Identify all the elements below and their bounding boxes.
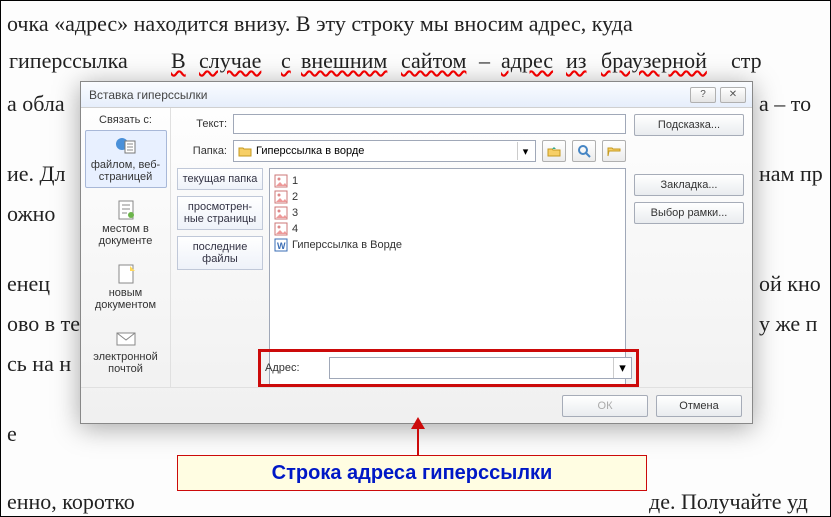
link-to-new-doc-label: новым документом	[86, 287, 166, 311]
bg-line: В	[171, 48, 186, 74]
bg-line: из	[566, 48, 586, 74]
link-to-email-label: электронной почтой	[86, 351, 166, 375]
link-to-file-web-label: файлом, веб-страницей	[86, 159, 166, 183]
bg-line: браузерной	[601, 48, 707, 74]
text-label: Текст:	[177, 118, 227, 130]
help-button[interactable]: ?	[690, 87, 716, 103]
display-text-input[interactable]	[233, 114, 626, 134]
cancel-button[interactable]: Отмена	[656, 395, 742, 417]
bg-line: адрес	[501, 48, 553, 74]
item-label: 3	[292, 207, 298, 219]
list-item[interactable]: W Гиперссылка в Ворде	[274, 237, 621, 253]
tab-current-folder[interactable]: текущая папка	[177, 168, 263, 190]
item-label: Гиперссылка в Ворде	[292, 239, 402, 251]
bookmark-doc-icon	[114, 199, 138, 221]
screentip-button[interactable]: Подсказка...	[634, 114, 744, 136]
bg-line: ой кно	[759, 271, 821, 297]
list-item[interactable]: 1	[274, 173, 621, 189]
address-combobox[interactable]: ▾	[329, 357, 632, 379]
bg-line: де. Получайте уд	[649, 489, 808, 515]
address-label: Адрес:	[265, 362, 321, 374]
link-with-label: Связать с:	[99, 114, 152, 126]
list-item[interactable]: 4	[274, 221, 621, 237]
bg-line: а обла	[7, 91, 65, 117]
link-to-new-doc[interactable]: новым документом	[85, 258, 167, 316]
list-item[interactable]: 3	[274, 205, 621, 221]
browse-file-button[interactable]	[602, 140, 626, 162]
insert-hyperlink-dialog: Вставка гиперссылки ? ✕ Связать с: файло…	[80, 81, 753, 424]
arrow-stem	[417, 419, 419, 459]
new-doc-icon	[114, 263, 138, 285]
file-list[interactable]: 1 2 3 4 W Гип	[269, 168, 626, 387]
bg-line: внешним	[301, 48, 387, 74]
item-label: 1	[292, 175, 298, 187]
titlebar: Вставка гиперссылки ? ✕	[81, 82, 752, 108]
bg-line: у же п	[759, 311, 817, 337]
image-file-icon	[274, 222, 288, 236]
folder-value: Гиперссылка в ворде	[256, 145, 364, 157]
image-file-icon	[274, 174, 288, 188]
bg-line: очка «адрес» находится внизу. В эту стро…	[7, 11, 633, 37]
email-icon	[114, 327, 138, 349]
word-file-icon: W	[274, 238, 288, 252]
search-icon	[577, 144, 591, 158]
folder-icon	[238, 144, 252, 158]
chevron-down-icon: ▾	[517, 142, 533, 160]
ok-button[interactable]: ОК	[562, 395, 648, 417]
tab-viewed-pages[interactable]: просмотрен-ные страницы	[177, 196, 263, 230]
link-to-file-web[interactable]: файлом, веб-страницей	[85, 130, 167, 188]
chevron-down-icon: ▾	[613, 358, 631, 378]
bg-line: енец	[7, 271, 50, 297]
folder-open-icon	[607, 144, 621, 158]
bg-line: сайтом	[401, 48, 466, 74]
bg-line: ожно	[7, 201, 55, 227]
image-file-icon	[274, 190, 288, 204]
dialog-title: Вставка гиперссылки	[89, 88, 207, 102]
bg-line: –	[479, 48, 490, 74]
target-frame-button[interactable]: Выбор рамки...	[634, 202, 744, 224]
bg-line: сь на н	[7, 351, 71, 377]
image-file-icon	[274, 206, 288, 220]
bg-line: случае	[199, 48, 261, 74]
address-input[interactable]	[330, 358, 613, 378]
bg-line: гиперссылка	[9, 48, 128, 74]
bg-line: ово в те	[7, 311, 80, 337]
link-to-place-in-doc[interactable]: местом в документе	[85, 194, 167, 252]
folder-dropdown[interactable]: Гиперссылка в ворде ▾	[233, 140, 536, 162]
up-one-level-button[interactable]	[542, 140, 566, 162]
item-label: 4	[292, 223, 298, 235]
bg-line: енно, коротко	[7, 489, 135, 515]
list-item[interactable]: 2	[274, 189, 621, 205]
bg-line: с	[281, 48, 291, 74]
bg-line: ие. Дл	[7, 161, 66, 187]
bg-line: а – то	[759, 91, 811, 117]
bg-line: нам пр	[759, 161, 823, 187]
link-to-email[interactable]: электронной почтой	[85, 322, 167, 380]
callout-label: Строка адреса гиперссылки	[177, 455, 647, 491]
globe-page-icon	[114, 135, 138, 157]
close-button[interactable]: ✕	[720, 87, 746, 103]
link-to-place-label: местом в документе	[86, 223, 166, 247]
bg-line: стр	[731, 48, 762, 74]
folder-up-icon	[547, 144, 561, 158]
folder-label: Папка:	[177, 145, 227, 157]
bookmark-button[interactable]: Закладка...	[634, 174, 744, 196]
bg-line: е	[7, 421, 17, 447]
svg-text:W: W	[277, 241, 286, 251]
item-label: 2	[292, 191, 298, 203]
tab-recent-files[interactable]: последние файлы	[177, 236, 263, 270]
browse-web-button[interactable]	[572, 140, 596, 162]
